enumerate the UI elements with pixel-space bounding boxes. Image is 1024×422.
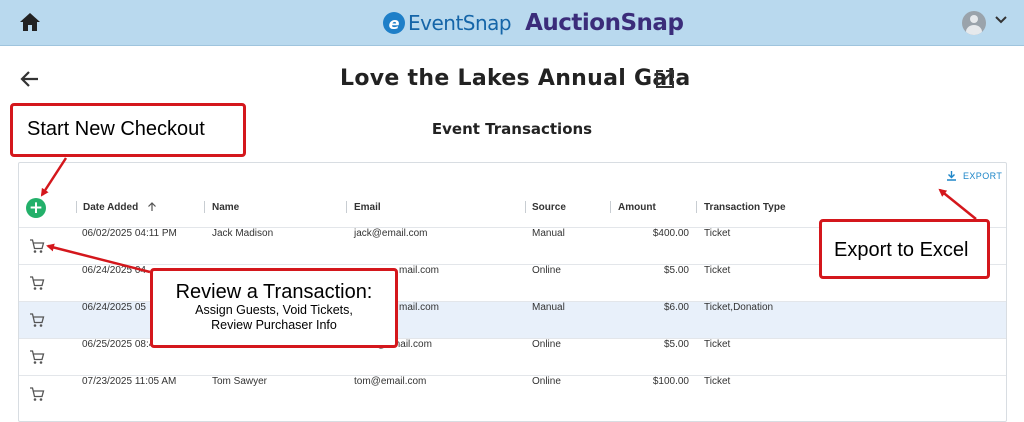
- cell-type: Ticket: [704, 339, 731, 350]
- cell-email: jack@email.com: [354, 228, 428, 239]
- cell-date: 06/02/2025 04:11 PM: [82, 228, 177, 239]
- cell-amount: $5.00: [663, 339, 689, 350]
- cell-amount: $6.00: [663, 302, 689, 313]
- cell-source: Online: [532, 376, 561, 387]
- add-transaction-button[interactable]: +: [26, 198, 46, 218]
- cart-icon[interactable]: [29, 275, 45, 291]
- cart-icon[interactable]: [29, 386, 45, 402]
- cell-date: 06/24/2025 05: [82, 302, 146, 313]
- callout-review-line1: Assign Guests, Void Tickets,: [195, 303, 353, 317]
- cart-icon[interactable]: [29, 349, 45, 365]
- cell-name: Jack Madison: [212, 228, 274, 239]
- avatar-icon[interactable]: [962, 11, 986, 35]
- download-icon: [947, 171, 956, 181]
- plus-icon: +: [28, 197, 44, 218]
- callout-export-excel: Export to Excel: [819, 219, 990, 279]
- cell-date: 06/24/2025 04: [82, 265, 146, 276]
- column-header-email[interactable]: Email: [354, 200, 381, 216]
- column-separator: [696, 201, 697, 213]
- open-in-new-icon[interactable]: [654, 68, 676, 90]
- cell-amount: $100.00: [652, 376, 689, 387]
- cell-type: Ticket: [704, 265, 731, 276]
- eventsnap-logo-icon: e: [383, 12, 405, 34]
- column-separator: [346, 201, 347, 213]
- sort-up-icon[interactable]: [147, 202, 157, 212]
- cell-date: 07/23/2025 11:05 AM: [82, 376, 177, 387]
- column-separator: [76, 201, 77, 213]
- cell-type: Ticket: [704, 376, 731, 387]
- eventsnap-brand: EventSnap: [408, 11, 512, 35]
- top-bar: e EventSnap AuctionSnap: [0, 0, 1024, 46]
- page-title: Love the Lakes Annual Gala: [340, 66, 691, 91]
- callout-review-transaction: Review a Transaction: Assign Guests, Voi…: [150, 268, 398, 348]
- column-header-date[interactable]: Date Added: [83, 200, 157, 216]
- cell-source: Manual: [532, 228, 565, 239]
- cart-icon[interactable]: [29, 312, 45, 328]
- export-button[interactable]: EXPORT: [946, 170, 1002, 181]
- column-separator: [525, 201, 526, 213]
- column-header-name[interactable]: Name: [212, 200, 239, 216]
- cell-email: mail.com: [399, 265, 440, 276]
- cell-email: tom@email.com: [354, 376, 427, 387]
- column-header-source[interactable]: Source: [532, 200, 566, 216]
- cell-type: Ticket: [704, 228, 731, 239]
- cell-source: Online: [532, 265, 561, 276]
- chevron-down-icon[interactable]: [995, 15, 1007, 25]
- cell-source: Online: [532, 339, 561, 350]
- callout-review-line2: Review Purchaser Info: [211, 318, 337, 332]
- cell-name: Tom Sawyer: [212, 376, 268, 387]
- auctionsnap-brand: AuctionSnap: [525, 10, 684, 36]
- cell-amount: $400.00: [652, 228, 689, 239]
- callout-start-checkout: Start New Checkout: [10, 103, 246, 157]
- table-row[interactable]: 07/23/2025 11:05 AM Tom Sawyer tom@email…: [19, 375, 1006, 412]
- cell-source: Manual: [532, 302, 565, 313]
- home-icon[interactable]: [18, 11, 42, 33]
- callout-review-title: Review a Transaction:: [175, 281, 373, 303]
- export-label: EXPORT: [963, 170, 1003, 181]
- arrow-back-icon[interactable]: [20, 69, 40, 89]
- brand-logos: e EventSnap AuctionSnap: [383, 8, 684, 38]
- column-separator: [204, 201, 205, 213]
- column-header-amount[interactable]: Amount: [618, 200, 656, 216]
- column-header-transaction-type[interactable]: Transaction Type: [704, 200, 786, 216]
- cart-icon[interactable]: [29, 238, 45, 254]
- column-header-label: Date Added: [83, 202, 139, 213]
- column-separator: [610, 201, 611, 213]
- cell-amount: $5.00: [663, 265, 689, 276]
- cell-email: mail.com: [399, 302, 440, 313]
- cell-type: Ticket,Donation: [704, 302, 774, 313]
